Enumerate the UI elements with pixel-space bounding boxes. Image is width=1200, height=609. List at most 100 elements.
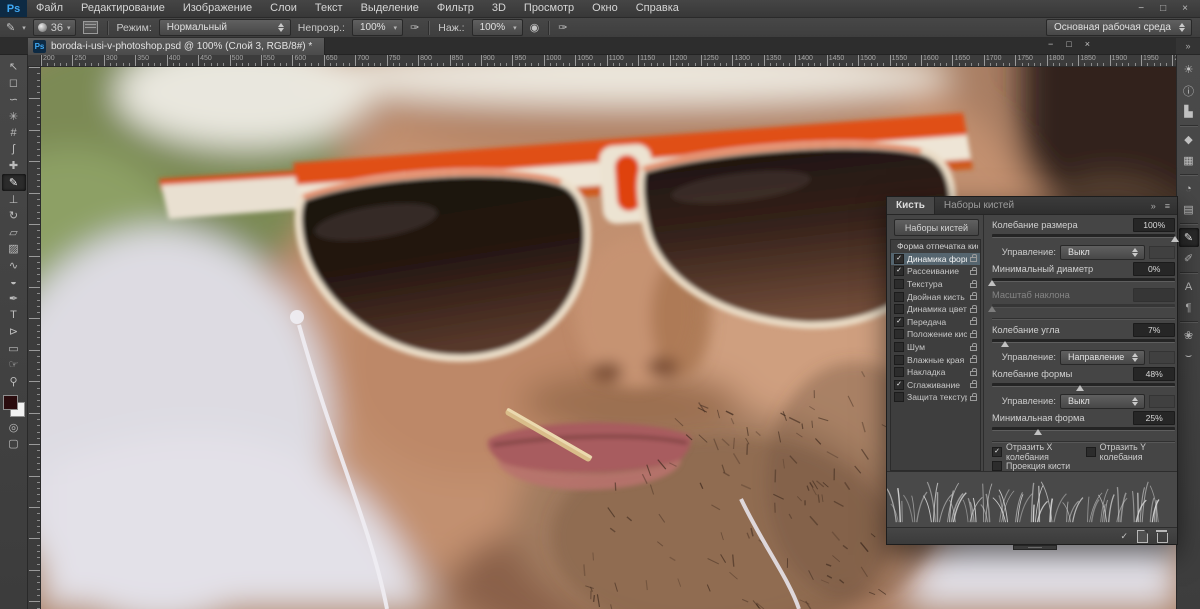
- lock-icon[interactable]: [970, 295, 977, 300]
- lock-icon[interactable]: [970, 283, 977, 288]
- dock-collapse-button[interactable]: »: [1176, 38, 1200, 55]
- info-panel-icon[interactable]: ⓘ: [1179, 81, 1199, 100]
- horizontal-ruler[interactable]: 2002503003504004505005506006507007508008…: [41, 55, 1176, 67]
- setting-value-field[interactable]: [1133, 288, 1175, 302]
- lock-icon[interactable]: [970, 270, 977, 275]
- control-select[interactable]: Направление: [1060, 350, 1145, 365]
- delete-brush-icon[interactable]: [1157, 533, 1168, 543]
- eraser-tool[interactable]: ▱: [2, 224, 26, 241]
- menu-item[interactable]: 3D: [483, 0, 515, 17]
- checkbox[interactable]: [992, 461, 1002, 471]
- control-select[interactable]: Выкл: [1060, 394, 1145, 409]
- foreground-color-swatch[interactable]: [3, 395, 18, 410]
- slider-track[interactable]: [992, 427, 1175, 431]
- tab-brush[interactable]: Кисть: [887, 197, 935, 214]
- swatches-panel-icon[interactable]: ▦: [1179, 151, 1199, 170]
- slider-track[interactable]: [992, 339, 1175, 343]
- history-brush-tool[interactable]: ↻: [2, 207, 26, 224]
- menu-item[interactable]: Справка: [627, 0, 688, 17]
- path-selection-tool[interactable]: ⊳: [2, 324, 26, 341]
- tablet-opacity-icon[interactable]: ✑: [410, 21, 419, 34]
- panel-collapse-icon[interactable]: »: [1151, 201, 1156, 211]
- lock-icon[interactable]: [970, 358, 977, 363]
- lock-icon[interactable]: [970, 371, 977, 376]
- navigator-panel-icon[interactable]: ◔: [1179, 179, 1199, 198]
- brush-stroke-toggle-icon[interactable]: ✓: [1120, 531, 1128, 542]
- setting-slider[interactable]: [992, 302, 1175, 312]
- menu-item[interactable]: Выделение: [352, 0, 428, 17]
- setting-value-field[interactable]: 0%: [1133, 262, 1175, 276]
- ruler-origin-box[interactable]: [28, 55, 41, 67]
- slider-track[interactable]: [992, 304, 1175, 308]
- setting-slider[interactable]: [992, 425, 1175, 435]
- blend-mode-select[interactable]: Нормальный: [159, 19, 291, 36]
- zoom-tool[interactable]: ⚲: [2, 373, 26, 390]
- brush-tool-preset-icon[interactable]: ✎: [6, 21, 15, 34]
- lock-icon[interactable]: [970, 320, 977, 325]
- hand-tool[interactable]: ☞: [2, 357, 26, 374]
- lock-icon[interactable]: [970, 333, 977, 338]
- slider-track[interactable]: [992, 278, 1175, 282]
- workspace-select[interactable]: Основная рабочая среда: [1046, 19, 1192, 36]
- checkbox[interactable]: ✓: [894, 380, 904, 390]
- lock-icon[interactable]: [970, 396, 977, 401]
- lock-icon[interactable]: [970, 308, 977, 313]
- restore-button[interactable]: □: [1160, 3, 1166, 14]
- checkbox[interactable]: [894, 367, 904, 377]
- smudge-tool[interactable]: ∿: [2, 257, 26, 274]
- marquee-tool[interactable]: ◻: [2, 75, 26, 92]
- menu-item[interactable]: Слои: [261, 0, 306, 17]
- gradient-tool[interactable]: ▨: [2, 241, 26, 258]
- checkbox-item[interactable]: Проекция кисти: [992, 461, 1175, 471]
- doc-restore-button[interactable]: □: [1066, 39, 1071, 49]
- slider-track[interactable]: [992, 234, 1175, 238]
- checkbox[interactable]: [894, 292, 904, 302]
- checkbox[interactable]: ✓: [894, 254, 904, 264]
- crop-tool[interactable]: #: [2, 124, 26, 141]
- brush-option-row[interactable]: Шум: [891, 341, 980, 354]
- pen-tool[interactable]: ✒: [2, 290, 26, 307]
- document-tab[interactable]: Ps boroda-i-usi-v-photoshop.psd @ 100% (…: [28, 38, 325, 55]
- menu-item[interactable]: Текст: [306, 0, 352, 17]
- lock-icon[interactable]: [970, 383, 977, 388]
- brush-option-row[interactable]: Защита текстуры: [891, 391, 980, 404]
- checkbox[interactable]: [894, 329, 904, 339]
- eyedropper-tool[interactable]: ʃ: [2, 141, 26, 158]
- checkbox[interactable]: [894, 304, 904, 314]
- setting-value-field[interactable]: 100%: [1133, 218, 1175, 232]
- brush-option-row[interactable]: Двойная кисть: [891, 290, 980, 303]
- checkbox[interactable]: ✓: [894, 266, 904, 276]
- panel-menu-icon[interactable]: ≡: [1165, 201, 1170, 211]
- histogram-panel-icon[interactable]: ▙: [1179, 102, 1199, 121]
- slider-thumb[interactable]: [1001, 341, 1009, 347]
- menu-item[interactable]: Редактирование: [72, 0, 174, 17]
- slider-thumb[interactable]: [1034, 429, 1042, 435]
- menu-item[interactable]: Изображение: [174, 0, 261, 17]
- move-tool[interactable]: ↖: [2, 58, 26, 75]
- opacity-select[interactable]: 100% ▾: [352, 19, 403, 36]
- slider-thumb[interactable]: [988, 280, 996, 286]
- airbrush-icon[interactable]: ◉: [530, 21, 540, 34]
- quick-selection-tool[interactable]: ✳: [2, 108, 26, 125]
- setting-slider[interactable]: [992, 232, 1175, 242]
- slider-thumb[interactable]: [1076, 385, 1084, 391]
- setting-value-field[interactable]: 48%: [1133, 367, 1175, 381]
- menu-item[interactable]: Фильтр: [428, 0, 483, 17]
- setting-slider[interactable]: [992, 381, 1175, 391]
- menu-item[interactable]: Просмотр: [515, 0, 583, 17]
- checkbox[interactable]: [1086, 447, 1096, 457]
- slider-thumb[interactable]: [988, 306, 996, 312]
- brush-option-row[interactable]: ✓Рассеивание: [891, 265, 980, 278]
- brush-option-row[interactable]: ✓Динамика формы: [891, 253, 980, 266]
- slider-thumb[interactable]: [1171, 236, 1179, 242]
- menu-item[interactable]: Файл: [27, 0, 72, 17]
- screen-mode-button[interactable]: ▢: [2, 435, 26, 452]
- control-select[interactable]: Выкл: [1060, 245, 1145, 260]
- brush-option-row[interactable]: Динамика цвета: [891, 303, 980, 316]
- brush-option-row[interactable]: Влажные края: [891, 353, 980, 366]
- checkbox[interactable]: [894, 279, 904, 289]
- vertical-ruler[interactable]: 2503003504004505005506006507007508008509…: [28, 67, 41, 609]
- tablet-pressure-icon[interactable]: ✑: [558, 21, 567, 34]
- checkbox[interactable]: [894, 342, 904, 352]
- checkbox[interactable]: [894, 355, 904, 365]
